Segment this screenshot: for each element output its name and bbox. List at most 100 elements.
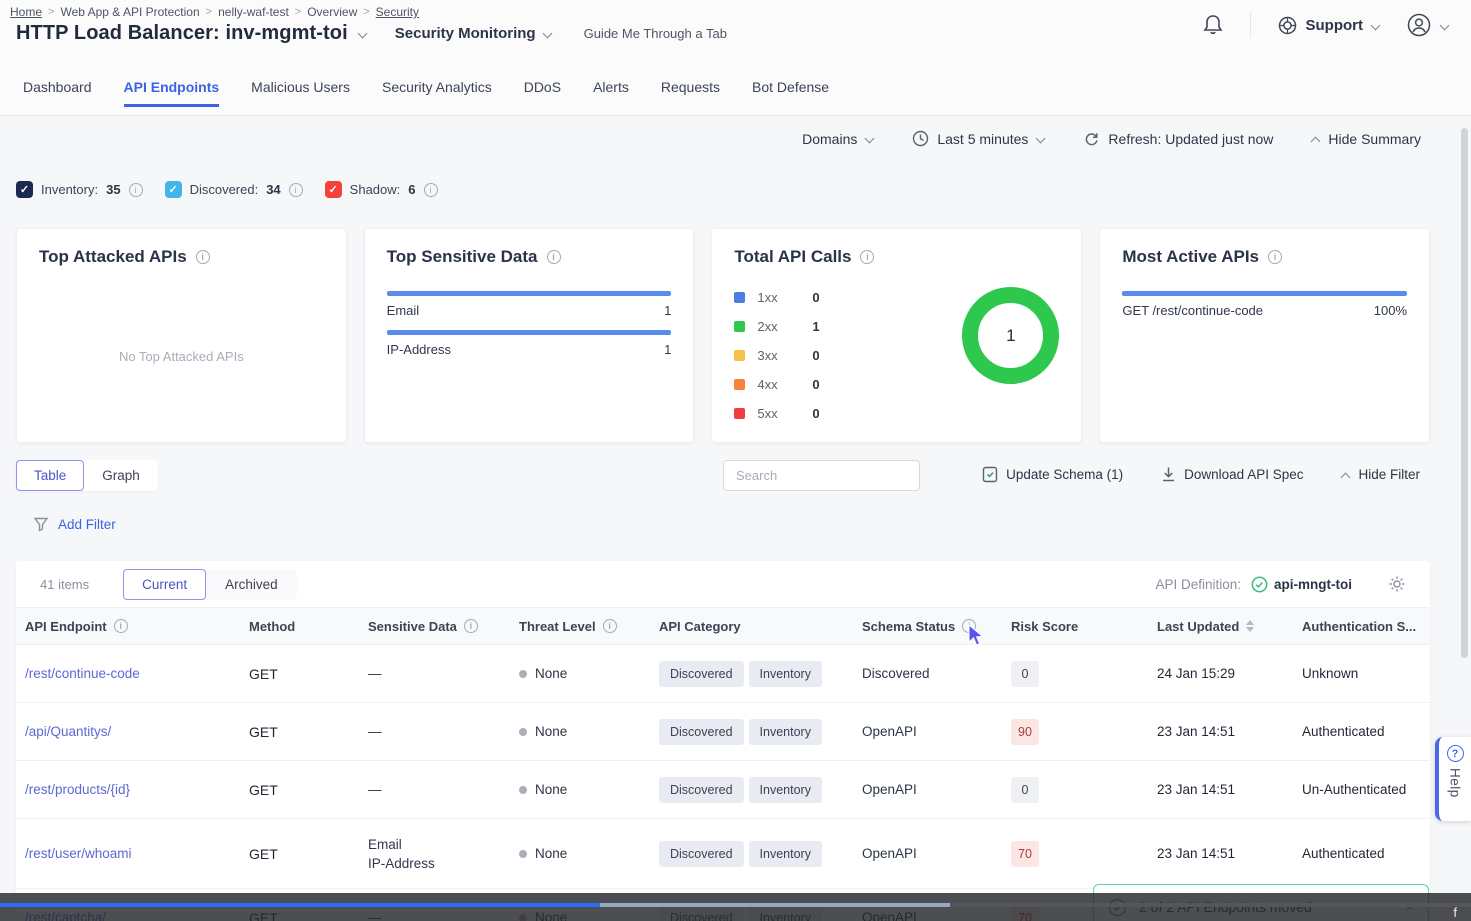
player-progress-buffer: [600, 903, 950, 907]
category-badge: Inventory: [749, 719, 822, 745]
api-category-cell: DiscoveredInventory: [659, 719, 862, 745]
legend-swatch-1xx: [734, 292, 745, 303]
hide-summary-toggle[interactable]: Hide Summary: [1311, 131, 1421, 147]
api-endpoint-link[interactable]: /rest/products/{id}: [25, 782, 249, 797]
monitoring-selector[interactable]: Security Monitoring: [395, 25, 552, 42]
time-range-dropdown[interactable]: Last 5 minutes: [912, 130, 1045, 147]
breadcrumb-separator: >: [295, 6, 301, 18]
card-total-api-calls: Total API Calls 1xx0 2xx1 3xx0 4xx0 5xx0…: [711, 228, 1082, 443]
method-cell: GET: [249, 666, 368, 682]
download-icon: [1161, 466, 1176, 482]
card-title: Most Active APIs: [1122, 247, 1259, 267]
table-view-button[interactable]: Table: [16, 460, 84, 491]
table-row[interactable]: /rest/continue-code GET — None Discovere…: [16, 645, 1430, 703]
col-method[interactable]: Method: [249, 619, 368, 634]
col-last-updated[interactable]: Last Updated: [1157, 619, 1302, 634]
authentication-cell: Un-Authenticated: [1302, 782, 1430, 797]
table-row[interactable]: /api/Quantitys/ GET — None DiscoveredInv…: [16, 703, 1430, 761]
view-toggle: Table Graph: [16, 460, 158, 491]
player-progress-track[interactable]: [0, 903, 1471, 907]
api-definition-value[interactable]: api-mngt-toi: [1251, 576, 1352, 593]
account-menu[interactable]: [1406, 12, 1449, 38]
col-risk-score[interactable]: Risk Score: [1011, 619, 1157, 634]
sort-icon[interactable]: [1246, 620, 1254, 632]
current-tab-button[interactable]: Current: [123, 569, 206, 600]
current-archived-toggle: Current Archived: [123, 569, 297, 600]
hide-filter-toggle[interactable]: Hide Filter: [1341, 467, 1420, 482]
tab-api-endpoints[interactable]: API Endpoints: [124, 79, 220, 115]
chevron-down-icon: [1440, 21, 1449, 30]
sensitive-data-bar-row[interactable]: Email1: [387, 291, 672, 318]
table-row[interactable]: /rest/user/whoami GET EmailIP-Address No…: [16, 819, 1430, 889]
archived-tab-button[interactable]: Archived: [206, 569, 297, 600]
info-icon[interactable]: [860, 250, 874, 264]
breadcrumb-separator: >: [48, 6, 54, 18]
active-api-bar-row[interactable]: GET /rest/continue-code100%: [1122, 291, 1407, 318]
tab-dashboard[interactable]: Dashboard: [23, 79, 92, 115]
info-icon[interactable]: [424, 183, 438, 197]
col-api-category[interactable]: API Category: [659, 619, 862, 634]
refresh-button[interactable]: Refresh: Updated just now: [1083, 130, 1273, 147]
guide-me-link[interactable]: Guide Me Through a Tab: [584, 26, 727, 41]
domains-dropdown[interactable]: Domains: [802, 131, 874, 147]
info-icon[interactable]: [289, 183, 303, 197]
filter-count: 6: [408, 182, 415, 197]
tab-security-analytics[interactable]: Security Analytics: [382, 79, 492, 115]
update-schema-button[interactable]: Update Schema (1): [982, 465, 1123, 483]
endpoint-type-filters: ✓ Inventory: 35 ✓ Discovered: 34 ✓ Shado…: [16, 181, 438, 198]
shadow-checkbox[interactable]: ✓: [325, 181, 342, 198]
tab-requests[interactable]: Requests: [661, 79, 720, 115]
info-icon[interactable]: [129, 183, 143, 197]
api-endpoint-link[interactable]: /rest/continue-code: [25, 666, 249, 681]
add-filter-button[interactable]: Add Filter: [33, 516, 116, 532]
graph-view-button[interactable]: Graph: [84, 460, 158, 491]
breadcrumb-waap[interactable]: Web App & API Protection: [60, 5, 199, 19]
tab-ddos[interactable]: DDoS: [524, 79, 561, 115]
info-icon[interactable]: [1268, 250, 1282, 264]
status-code-legend: 1xx0 2xx1 3xx0 4xx0 5xx0: [734, 283, 894, 428]
download-api-spec-button[interactable]: Download API Spec: [1161, 466, 1303, 482]
col-api-endpoint[interactable]: API Endpoint: [25, 619, 249, 634]
help-tab[interactable]: ? Help: [1435, 737, 1471, 821]
info-icon[interactable]: [196, 250, 210, 264]
chevron-down-icon: [1036, 134, 1045, 143]
sensitive-item: IP-Address: [368, 854, 519, 873]
legend-swatch-4xx: [734, 379, 745, 390]
bar-label: IP-Address: [387, 342, 451, 357]
info-icon[interactable]: [603, 619, 617, 633]
notifications-bell-icon[interactable]: [1202, 13, 1224, 37]
threat-dot: [519, 786, 527, 794]
vertical-scrollbar[interactable]: [1461, 128, 1468, 658]
player-partial-text: f: [1453, 905, 1457, 920]
card-top-sensitive-data: Top Sensitive Data Email1 IP-Address1: [364, 228, 695, 443]
sensitive-item: —: [368, 722, 519, 741]
filter-count: 34: [266, 182, 280, 197]
breadcrumb-namespace[interactable]: nelly-waf-test: [218, 5, 289, 19]
col-sensitive-data[interactable]: Sensitive Data: [368, 619, 519, 634]
col-authentication[interactable]: Authentication S...: [1302, 619, 1430, 634]
breadcrumb-overview[interactable]: Overview: [307, 5, 357, 19]
discovered-checkbox[interactable]: ✓: [165, 181, 182, 198]
tab-malicious-users[interactable]: Malicious Users: [251, 79, 350, 115]
col-threat-level[interactable]: Threat Level: [519, 619, 659, 634]
breadcrumb-security[interactable]: Security: [376, 5, 419, 19]
tab-bot-defense[interactable]: Bot Defense: [752, 79, 829, 115]
clipboard-check-icon: [982, 465, 998, 483]
sensitive-data-bar-row[interactable]: IP-Address1: [387, 330, 672, 357]
inventory-checkbox[interactable]: ✓: [16, 181, 33, 198]
support-menu[interactable]: Support: [1277, 15, 1381, 36]
info-icon[interactable]: [464, 619, 478, 633]
search-input[interactable]: [723, 460, 920, 491]
chevron-up-icon: [1341, 470, 1350, 479]
api-endpoint-link[interactable]: /api/Quantitys/: [25, 724, 249, 739]
chevron-down-icon: [543, 29, 552, 38]
table-row[interactable]: /rest/products/{id} GET — None Discovere…: [16, 761, 1430, 819]
risk-score-badge: 0: [1011, 777, 1039, 803]
gear-icon[interactable]: [1388, 575, 1406, 593]
chevron-down-icon[interactable]: [358, 29, 367, 38]
info-icon[interactable]: [547, 250, 561, 264]
breadcrumb-home[interactable]: Home: [10, 5, 42, 19]
tab-alerts[interactable]: Alerts: [593, 79, 629, 115]
api-endpoint-link[interactable]: /rest/user/whoami: [25, 846, 249, 861]
info-icon[interactable]: [114, 619, 128, 633]
